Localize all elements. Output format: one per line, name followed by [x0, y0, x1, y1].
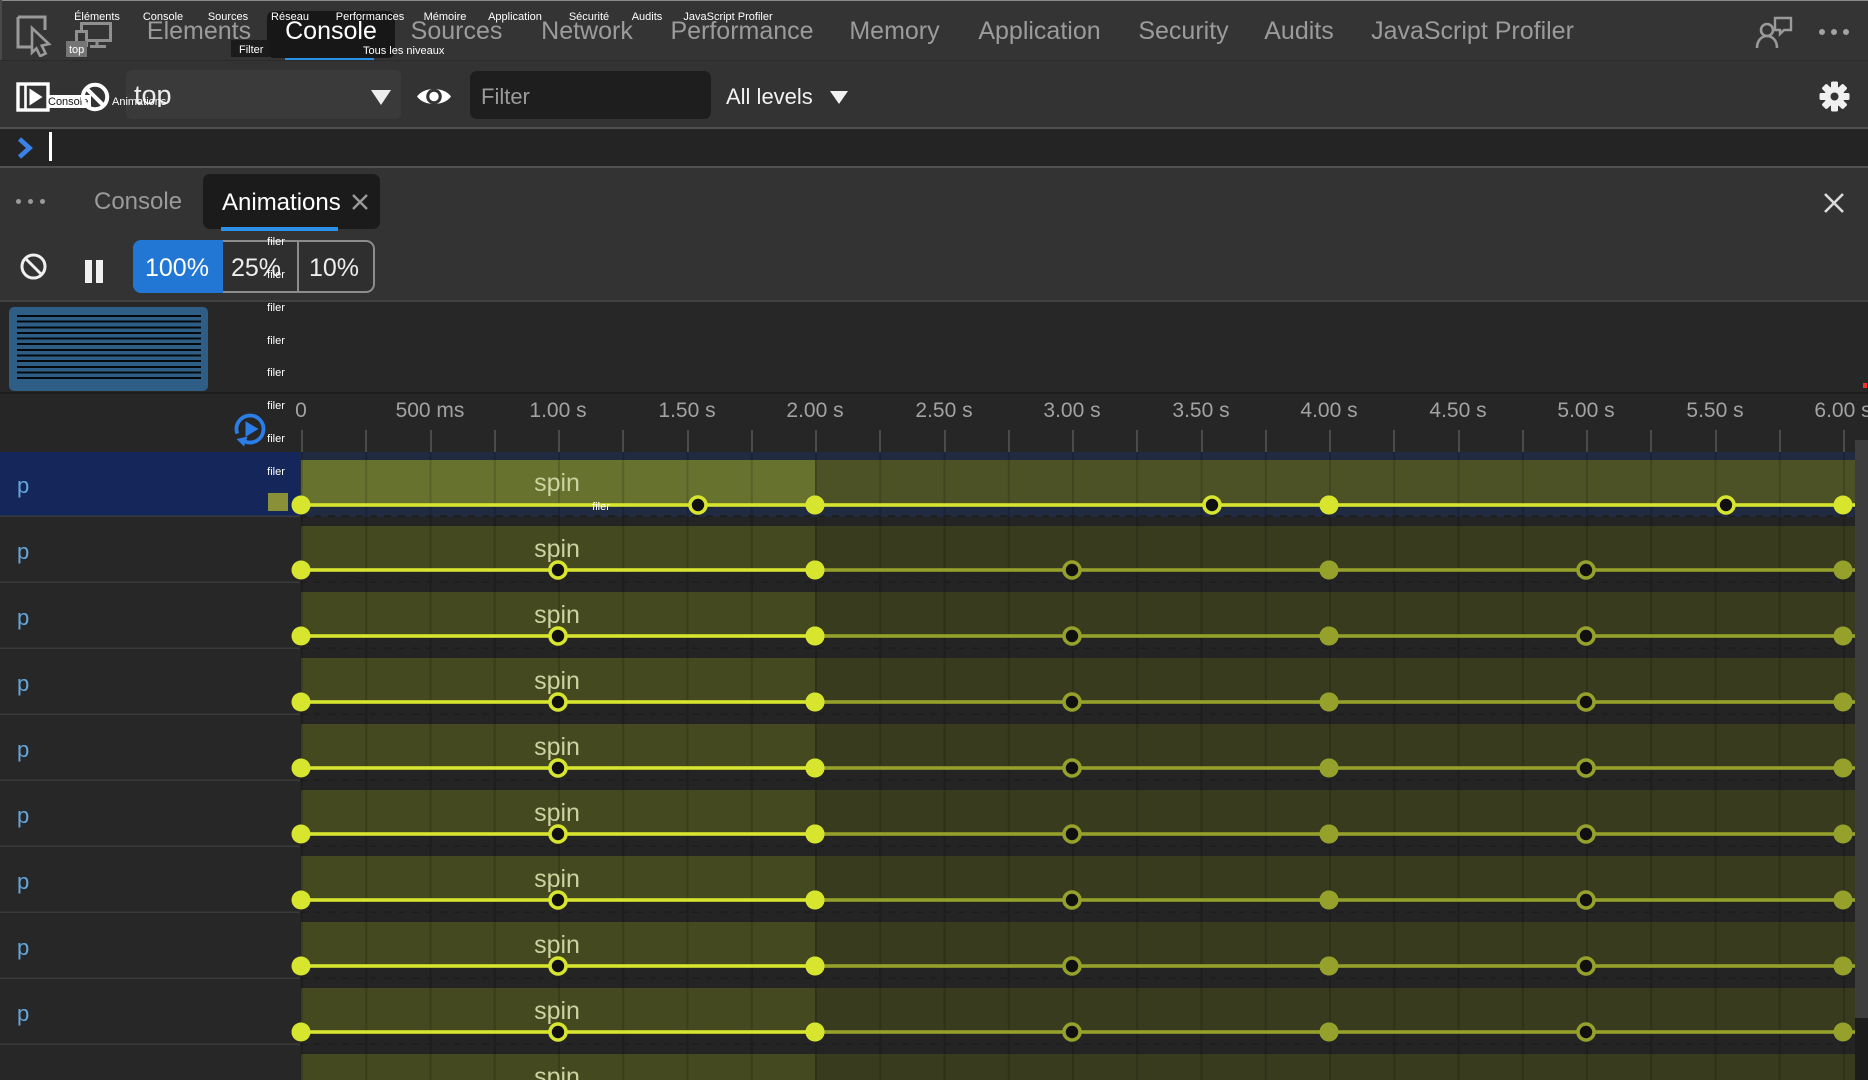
svg-text:spin: spin [534, 799, 580, 827]
svg-text:spin: spin [534, 469, 580, 497]
svg-text:p: p [17, 803, 29, 828]
svg-text:spin: spin [534, 1063, 580, 1080]
svg-text:spin: spin [534, 601, 580, 629]
svg-text:p: p [17, 539, 29, 564]
svg-text:p: p [17, 737, 29, 762]
svg-text:p: p [17, 605, 29, 630]
svg-text:p: p [17, 869, 29, 894]
svg-text:p: p [17, 1001, 29, 1026]
svg-text:p: p [17, 935, 29, 960]
svg-text:spin: spin [534, 865, 580, 893]
svg-text:spin: spin [534, 535, 580, 563]
svg-text:spin: spin [534, 733, 580, 761]
svg-text:spin: spin [534, 667, 580, 695]
svg-text:spin: spin [534, 997, 580, 1025]
svg-text:spin: spin [534, 931, 580, 959]
svg-text:p: p [17, 473, 29, 498]
svg-text:p: p [17, 671, 29, 696]
